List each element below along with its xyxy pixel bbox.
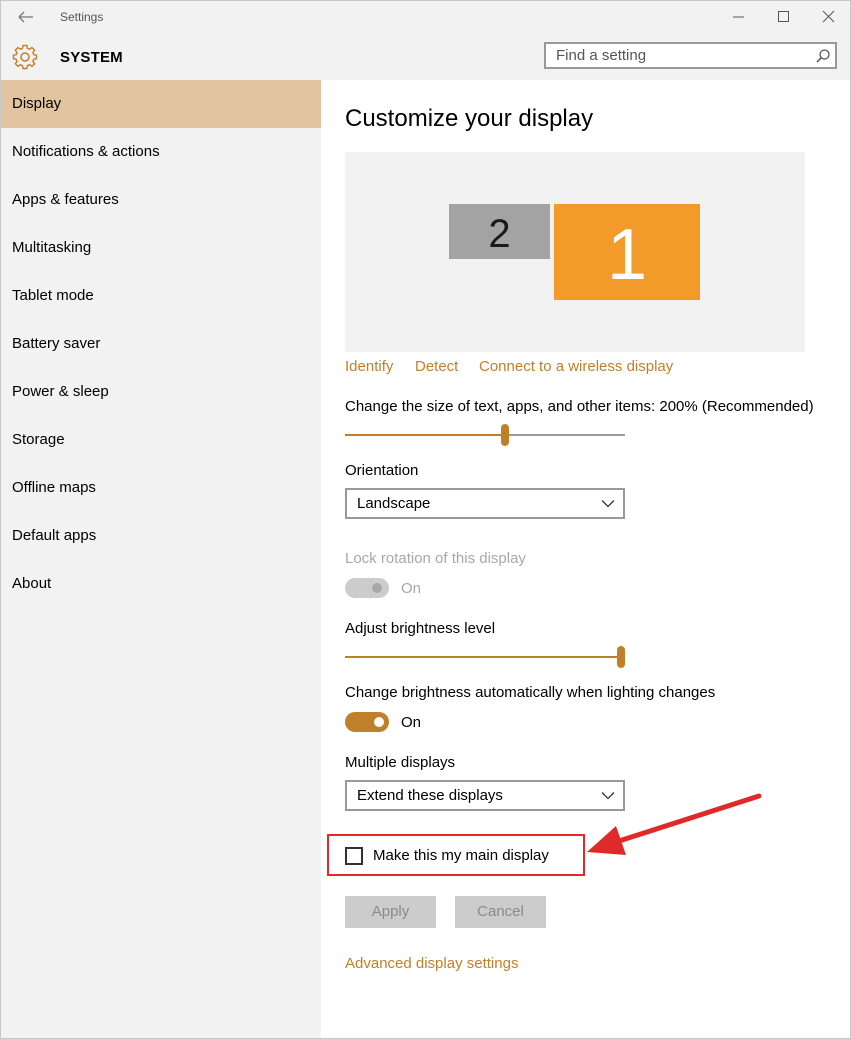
gear-icon [12,44,38,70]
detect-link[interactable]: Detect [415,358,458,375]
search-box[interactable] [544,42,837,69]
toggle-knob [374,717,384,727]
auto-brightness-toggle[interactable] [345,712,389,732]
sidebar: Display Notifications & actions Apps & f… [1,80,321,1038]
identify-link[interactable]: Identify [345,358,393,375]
back-button[interactable] [11,7,37,27]
page-title: Customize your display [345,105,594,132]
search-input[interactable] [546,44,816,67]
minimize-button[interactable] [715,1,761,33]
multiple-displays-label: Multiple displays [345,754,456,771]
title-bar: Settings [1,1,850,33]
sidebar-item-storage[interactable]: Storage [1,416,321,464]
wireless-display-link[interactable]: Connect to a wireless display [479,358,673,375]
sidebar-item-offline-maps[interactable]: Offline maps [1,464,321,512]
sidebar-item-multitasking[interactable]: Multitasking [1,224,321,272]
multiple-displays-value: Extend these displays [357,787,503,804]
lock-rotation-toggle[interactable] [345,578,389,598]
apply-button[interactable]: Apply [345,896,436,928]
auto-brightness-state: On [401,714,422,731]
brightness-slider-thumb[interactable] [617,646,625,668]
sidebar-item-apps-features[interactable]: Apps & features [1,176,321,224]
display-settings-panel: Customize your display 2 1 Identify Dete… [321,80,850,1038]
sidebar-item-about[interactable]: About [1,560,321,608]
close-icon [822,10,835,23]
scale-slider-thumb[interactable] [501,424,509,446]
monitor-1-tile[interactable]: 1 [554,204,700,300]
scale-slider-fill [345,434,505,436]
scale-slider[interactable] [345,423,625,447]
maximize-icon [778,11,789,22]
display-arrangement-preview: 2 1 [345,152,805,352]
annotation-highlight-box [327,834,585,876]
lock-rotation-state: On [401,580,422,597]
section-title: SYSTEM [60,49,123,66]
auto-brightness-label: Change brightness automatically when lig… [345,684,716,701]
sidebar-item-battery-saver[interactable]: Battery saver [1,320,321,368]
search-icon[interactable] [815,48,831,64]
sidebar-item-notifications[interactable]: Notifications & actions [1,128,321,176]
orientation-dropdown[interactable]: Landscape [345,488,625,519]
brightness-label: Adjust brightness level [345,620,496,637]
sidebar-item-display[interactable]: Display [1,80,321,128]
advanced-display-settings-link[interactable]: Advanced display settings [345,955,518,972]
brightness-slider-fill [345,656,625,658]
maximize-button[interactable] [760,1,806,33]
close-button[interactable] [805,1,850,33]
toggle-knob [372,583,382,593]
sidebar-item-tablet-mode[interactable]: Tablet mode [1,272,321,320]
settings-header: SYSTEM [1,33,850,80]
brightness-slider[interactable] [345,645,625,669]
settings-window: Settings SYSTEM Find a setting Display N… [0,0,851,1039]
lock-rotation-label: Lock rotation of this display [345,550,526,567]
sidebar-item-default-apps[interactable]: Default apps [1,512,321,560]
orientation-value: Landscape [357,495,431,512]
minimize-icon [733,16,744,18]
monitor-2-tile[interactable]: 2 [449,204,550,259]
sidebar-item-power-sleep[interactable]: Power & sleep [1,368,321,416]
annotation-arrow-icon [587,793,762,855]
scale-label: Change the size of text, apps, and other… [345,398,814,415]
window-title: Settings [60,10,104,24]
orientation-label: Orientation [345,462,419,479]
chevron-down-icon [601,500,615,508]
cancel-button[interactable]: Cancel [455,896,546,928]
back-arrow-icon [18,11,33,23]
